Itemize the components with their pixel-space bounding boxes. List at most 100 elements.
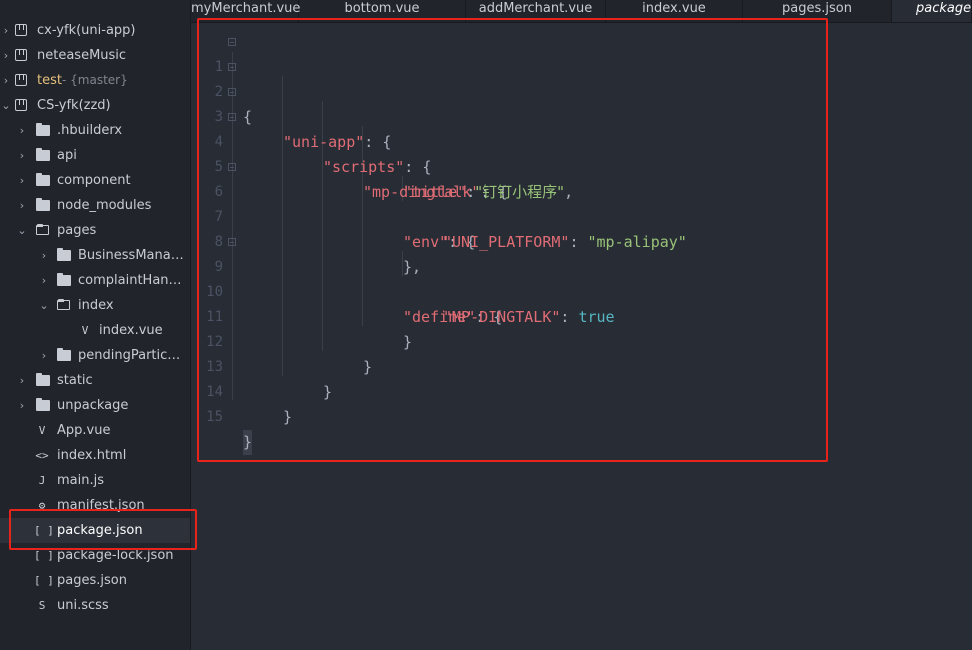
settings-file-icon: ⚙ [38,499,46,512]
code-line: 7 "UNI_PLATFORM": "mp-alipay" [191,180,972,251]
json-file-icon: [ ] [34,549,54,562]
chevron-right-icon[interactable]: › [0,18,12,43]
fold-toggle-icon[interactable] [228,163,236,171]
js-file-icon: J [38,474,46,487]
chevron-right-icon[interactable]: › [38,243,50,268]
json-file-icon: [ ] [34,574,54,587]
tree-item-label: pages [57,223,97,238]
folder-icon [57,348,71,361]
tree-item-pages-json[interactable]: [ ] pages.json [0,568,190,593]
code-line: 4 "mp-dingtalk": { [191,105,972,201]
tree-item-app-vue[interactable]: V App.vue [0,418,190,443]
code-line: 12 } [191,305,972,376]
tree-item-index-folder[interactable]: ⌄ index [0,293,190,318]
code-token: } [283,408,293,426]
code-line: 11 } [191,280,972,351]
chevron-down-icon[interactable]: ⌄ [16,218,28,243]
tree-item-pendingparticul[interactable]: › pendingParticul... [0,343,190,368]
chevron-right-icon[interactable]: › [16,193,28,218]
folder-icon [36,148,50,161]
code-line: 14 } [191,355,972,426]
project-cs-yfk[interactable]: ⌄ CS-yfk(zzd) [0,93,190,118]
tree-item-static[interactable]: › static [0,368,190,393]
chevron-right-icon[interactable]: › [0,68,12,93]
tab-mymerchant-vue[interactable]: myMerchant.vue [191,0,300,22]
chevron-right-icon[interactable]: › [16,368,28,393]
tab-index-vue[interactable]: index.vue [606,0,743,22]
project-label: cx-yfk(uni-app) [37,23,136,38]
project-cx-yfk[interactable]: › cx-yfk(uni-app) [0,18,190,43]
tree-item-unpackage[interactable]: › unpackage [0,393,190,418]
folder-open-icon [57,299,70,310]
chevron-right-icon[interactable]: › [16,393,28,418]
tree-item-pages[interactable]: ⌄ pages [0,218,190,243]
json-file-icon: [ ] [34,524,54,537]
project-neteasemusic[interactable]: › neteaseMusic [0,43,190,68]
tree-item-api[interactable]: › api [0,143,190,168]
tree-item-label: package-lock.json [57,548,174,563]
chevron-right-icon[interactable]: › [0,43,12,68]
tab-pages-json[interactable]: pages.json [743,0,892,22]
project-label: CS-yfk(zzd) [37,98,111,113]
project-label: neteaseMusic [37,48,127,63]
tree-item-label: package.json [57,523,143,538]
tree-item-label: manifest.json [57,498,145,513]
tab-package-json[interactable]: package.j [892,0,972,22]
tree-item-label: App.vue [57,423,111,438]
chevron-right-icon[interactable]: › [16,168,28,193]
code-token: } [243,433,253,451]
code-line: 1 { [191,30,972,126]
tree-item-label: index.vue [99,323,163,338]
git-branch-label: - {master} [62,73,128,87]
tree-item-uni-scss[interactable]: S uni.scss [0,593,190,618]
project-icon [15,74,27,86]
tree-item-label: static [57,373,93,388]
chevron-right-icon[interactable]: › [38,268,50,293]
code-line: 13 } [191,330,972,401]
tree-item-index-html[interactable]: <> index.html [0,443,190,468]
tree-item-label: pendingParticul... [78,348,184,363]
code-line: 10 "MP-DINGTALK": true [191,255,972,326]
tree-item-label: complaintHandli... [78,273,184,288]
tree-item-package-lock-json[interactable]: [ ] package-lock.json [0,543,190,568]
tree-item-businessmanag[interactable]: › BusinessManag... [0,243,190,268]
chevron-right-icon[interactable]: › [38,343,50,368]
project-icon [15,24,27,36]
tree-item-package-json[interactable]: [ ] package.json [0,518,190,543]
project-test[interactable]: › test - {master} [0,68,190,93]
chevron-down-icon[interactable]: ⌄ [38,293,50,318]
code-editor[interactable]: 1 { 2 "uni-app": { 3 "scripts": { 4 "mp-… [191,23,972,650]
fold-toggle-icon[interactable] [228,38,236,46]
tree-item-manifest-json[interactable]: ⚙ manifest.json [0,493,190,518]
folder-icon [36,198,50,211]
tree-item-index-vue[interactable]: V index.vue [0,318,190,343]
tree-item-complainthandli[interactable]: › complaintHandli... [0,268,190,293]
fold-toggle-icon[interactable] [228,113,236,121]
tab-addmerchant-vue[interactable]: addMerchant.vue [466,0,606,22]
code-line: 2 "uni-app": { [191,55,972,151]
folder-icon [36,373,50,386]
chevron-down-icon[interactable]: ⌄ [0,93,12,118]
code-line: 15 } [191,380,972,455]
tree-item-component[interactable]: › component [0,168,190,193]
vue-file-icon: V [81,324,89,337]
tree-item-label: index.html [57,448,127,463]
tab-bottom-vue[interactable]: bottom.vue [299,0,466,22]
fold-toggle-icon[interactable] [228,238,236,246]
scss-file-icon: S [38,599,46,612]
folder-icon [57,273,71,286]
html-file-icon: <> [35,449,49,462]
folder-icon [36,123,50,136]
fold-toggle-icon[interactable] [228,88,236,96]
chevron-right-icon[interactable]: › [16,143,28,168]
tree-item-main-js[interactable]: J main.js [0,468,190,493]
fold-toggle-icon[interactable] [228,63,236,71]
tree-item-node-modules[interactable]: › node_modules [0,193,190,218]
tree-item-label: main.js [57,473,104,488]
vue-file-icon: V [38,424,46,437]
tree-item-label: unpackage [57,398,129,413]
tree-item-hbuilderx[interactable]: › .hbuilderx [0,118,190,143]
project-label: test [37,73,62,88]
chevron-right-icon[interactable]: › [16,118,28,143]
code-line: 5 "title":"钉钉小程序", [191,130,972,201]
